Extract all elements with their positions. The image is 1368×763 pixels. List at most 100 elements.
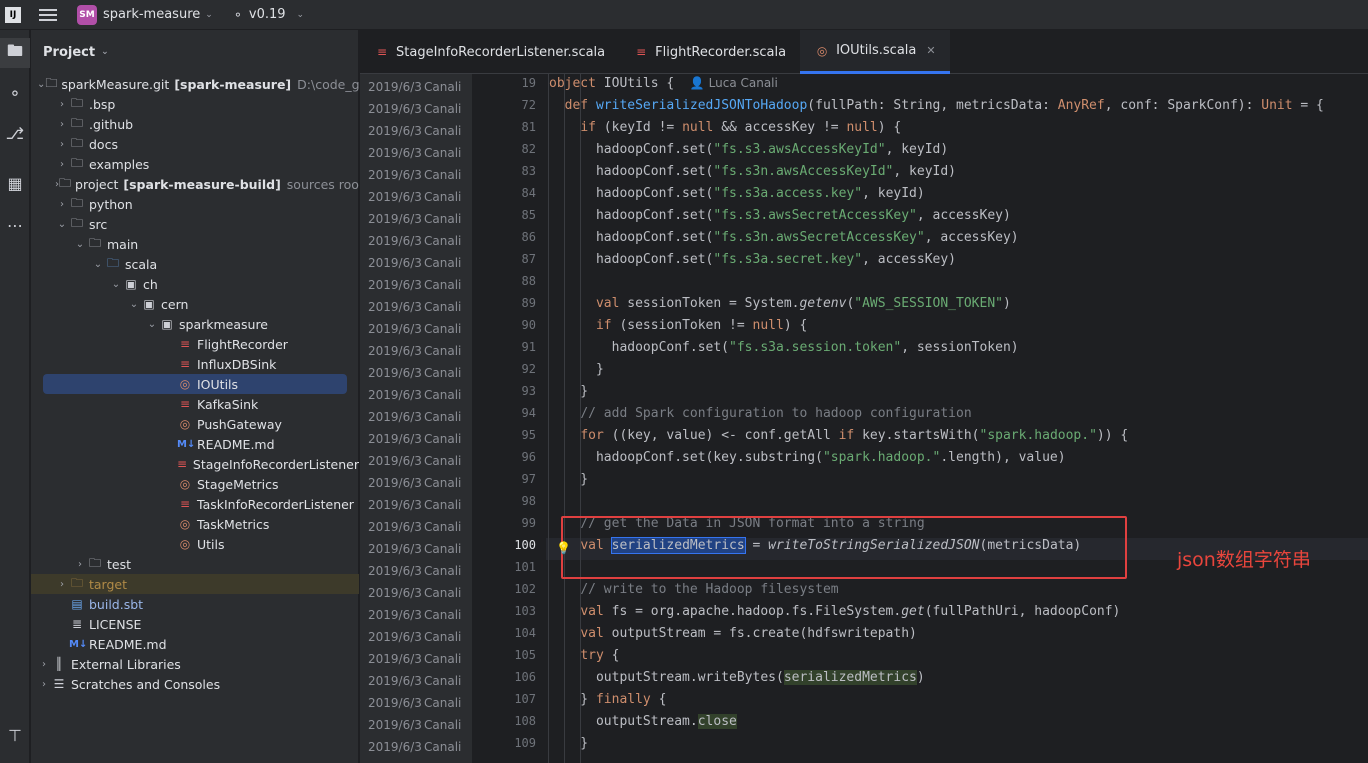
- code-line[interactable]: hadoopConf.set("fs.s3a.secret.key", acce…: [546, 252, 1368, 274]
- tree-item[interactable]: › 🗀 target: [31, 574, 359, 594]
- code-line[interactable]: hadoopConf.set("fs.s3a.session.token", s…: [546, 340, 1368, 362]
- structure-icon[interactable]: ▦: [0, 168, 30, 198]
- code-line[interactable]: object IOUtils { 👤 Luca Canali: [546, 76, 1368, 98]
- chevron-down-icon[interactable]: ⌄: [109, 279, 123, 290]
- annotation-entry[interactable]: 2019/6/3 Canali: [360, 560, 472, 582]
- code-line[interactable]: hadoopConf.set("fs.s3a.access.key", keyI…: [546, 186, 1368, 208]
- author-inlay-hint[interactable]: 👤 Luca Canali: [690, 76, 778, 90]
- code-line[interactable]: hadoopConf.set(key.substring("spark.hado…: [546, 450, 1368, 472]
- tree-item[interactable]: M↓ README.md: [31, 634, 359, 654]
- annotation-entry[interactable]: 2019/6/3 Canali: [360, 318, 472, 340]
- annotation-entry[interactable]: 2019/6/3 Canali: [360, 340, 472, 362]
- chevron-right-icon[interactable]: ›: [55, 579, 69, 590]
- chevron-down-icon[interactable]: ⌄: [73, 239, 87, 250]
- close-icon[interactable]: ✕: [926, 44, 935, 57]
- annotation-entry[interactable]: 2019/6/3 Canali: [360, 252, 472, 274]
- tree-item[interactable]: ≡ TaskInfoRecorderListener: [31, 494, 359, 514]
- lightbulb-icon[interactable]: 💡: [556, 541, 571, 555]
- tree-item[interactable]: ⌄ 🗀 main: [31, 234, 359, 254]
- tree-item[interactable]: ⌄ ▣ sparkmeasure: [31, 314, 359, 334]
- chevron-down-icon[interactable]: ⌄: [205, 10, 213, 20]
- annotation-entry[interactable]: 2019/6/3 Canali: [360, 428, 472, 450]
- tree-item[interactable]: ≡ StageInfoRecorderListener: [31, 454, 359, 474]
- tree-item[interactable]: ≡ InfluxDBSink: [31, 354, 359, 374]
- annotation-entry[interactable]: 2019/6/3 Canali: [360, 230, 472, 252]
- code-line[interactable]: hadoopConf.set("fs.s3n.awsSecretAccessKe…: [546, 230, 1368, 252]
- annotation-entry[interactable]: 2019/6/3 Canali: [360, 450, 472, 472]
- tree-item[interactable]: › ║ External Libraries: [31, 654, 359, 674]
- ide-logo-icon[interactable]: IJ: [5, 6, 21, 23]
- annotation-entry[interactable]: 2019/6/3 Canali: [360, 406, 472, 428]
- tree-item[interactable]: ▤ build.sbt: [31, 594, 359, 614]
- main-menu-icon[interactable]: [39, 8, 57, 21]
- code-line[interactable]: if (sessionToken != null) {: [546, 318, 1368, 340]
- code-line[interactable]: val fs = org.apache.hadoop.fs.FileSystem…: [546, 604, 1368, 626]
- code-line[interactable]: hadoopConf.set("fs.s3n.awsAccessKeyId", …: [546, 164, 1368, 186]
- tree-item[interactable]: ◎ StageMetrics: [31, 474, 359, 494]
- git-branch-icon[interactable]: ⎇: [0, 118, 30, 148]
- chevron-down-icon[interactable]: ⌄: [127, 299, 141, 310]
- chevron-down-icon[interactable]: ⌄: [55, 219, 69, 230]
- tree-item[interactable]: › 🗀 project [spark-measure-build] sources ro…: [31, 174, 359, 194]
- editor-tab[interactable]: ◎ IOUtils.scala ✕: [800, 30, 950, 74]
- annotation-entry[interactable]: 2019/6/3 Canali: [360, 626, 472, 648]
- tree-item[interactable]: ≣ LICENSE: [31, 614, 359, 634]
- more-tools-icon[interactable]: ⋯: [0, 210, 30, 240]
- annotation-entry[interactable]: 2019/6/3 Canali: [360, 692, 472, 714]
- annotation-entry[interactable]: 2019/6/3 Canali: [360, 582, 472, 604]
- annotation-entry[interactable]: 2019/6/3 Canali: [360, 604, 472, 626]
- code-line[interactable]: hadoopConf.set("fs.s3.awsAccessKeyId", k…: [546, 142, 1368, 164]
- project-switcher[interactable]: spark-measure: [103, 7, 200, 22]
- code-line[interactable]: }: [546, 384, 1368, 406]
- annotation-entry[interactable]: 2019/6/3 Canali: [360, 648, 472, 670]
- annotation-entry[interactable]: 2019/6/3 Canali: [360, 362, 472, 384]
- tree-item[interactable]: M↓ README.md: [31, 434, 359, 454]
- annotation-entry[interactable]: 2019/6/3 Canali: [360, 208, 472, 230]
- annotation-entry[interactable]: 2019/6/3 Canali: [360, 736, 472, 758]
- chevron-down-icon[interactable]: ⌄: [91, 259, 105, 270]
- tree-item[interactable]: › 🗀 examples: [31, 154, 359, 174]
- chevron-down-icon[interactable]: ⌄: [145, 319, 159, 330]
- tree-item[interactable]: ≡ KafkaSink: [31, 394, 359, 414]
- chevron-right-icon[interactable]: ›: [55, 119, 69, 130]
- build-tool-icon[interactable]: ⊤: [0, 720, 30, 750]
- annotation-entry[interactable]: 2019/6/3 Canali: [360, 164, 472, 186]
- code-line[interactable]: outputStream.writeBytes(serializedMetric…: [546, 670, 1368, 692]
- tree-item[interactable]: › 🗀 python: [31, 194, 359, 214]
- annotation-entry[interactable]: 2019/6/3 Canali: [360, 142, 472, 164]
- project-panel-header[interactable]: Project ⌄: [31, 30, 358, 74]
- chevron-right-icon[interactable]: ›: [73, 559, 87, 570]
- tree-item[interactable]: ⌄ ▣ ch: [31, 274, 359, 294]
- code-line[interactable]: try {: [546, 648, 1368, 670]
- tree-item[interactable]: ⌄ ▣ cern: [31, 294, 359, 314]
- code-line[interactable]: def writeSerializedJSONToHadoop(fullPath…: [546, 98, 1368, 120]
- annotation-entry[interactable]: 2019/6/3 Canali: [360, 384, 472, 406]
- chevron-down-icon[interactable]: ⌄: [37, 79, 45, 90]
- chevron-right-icon[interactable]: ›: [37, 659, 51, 670]
- tree-item[interactable]: › ☰ Scratches and Consoles: [31, 674, 359, 694]
- code-line[interactable]: }: [546, 362, 1368, 384]
- tree-item[interactable]: ⌄ 🗀 scala: [31, 254, 359, 274]
- code-line[interactable]: val sessionToken = System.getenv("AWS_SE…: [546, 296, 1368, 318]
- code-line[interactable]: outputStream.close: [546, 714, 1368, 736]
- annotation-entry[interactable]: 2019/6/3 Canali: [360, 274, 472, 296]
- tree-item[interactable]: ⌄ 🗀 src: [31, 214, 359, 234]
- code-view[interactable]: object IOUtils { 👤 Luca Canali def write…: [546, 74, 1368, 763]
- annotation-entry[interactable]: 2019/6/3 Canali: [360, 98, 472, 120]
- code-line[interactable]: if (keyId != null && accessKey != null) …: [546, 120, 1368, 142]
- tree-item[interactable]: › 🗀 .bsp: [31, 94, 359, 114]
- chevron-down-icon[interactable]: ⌄: [101, 47, 109, 57]
- chevron-right-icon[interactable]: ›: [55, 159, 69, 170]
- annotation-entry[interactable]: 2019/6/3 Canali: [360, 538, 472, 560]
- code-line[interactable]: // write to the Hadoop filesystem: [546, 582, 1368, 604]
- annotation-entry[interactable]: 2019/6/3 Canali: [360, 516, 472, 538]
- tree-item[interactable]: ◎ Utils: [31, 534, 359, 554]
- vcs-widget[interactable]: ⚬ v0.19 ⌄: [233, 7, 304, 22]
- tree-item[interactable]: ⌄ 🗀 sparkMeasure.git [spark-measure] D:\code…: [31, 74, 359, 94]
- annotation-entry[interactable]: 2019/6/3 Canali: [360, 472, 472, 494]
- code-line[interactable]: hadoopConf.set("fs.s3.awsSecretAccessKey…: [546, 208, 1368, 230]
- chevron-right-icon[interactable]: ›: [37, 679, 51, 690]
- chevron-right-icon[interactable]: ›: [55, 99, 69, 110]
- tree-item[interactable]: ◎ IOUtils: [43, 374, 347, 394]
- tree-item[interactable]: ◎ TaskMetrics: [31, 514, 359, 534]
